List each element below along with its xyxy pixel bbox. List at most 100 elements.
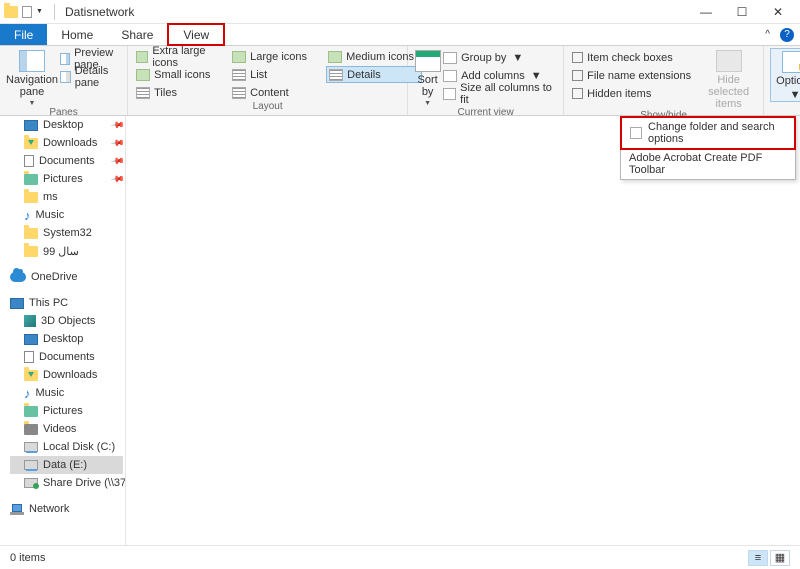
- chevron-down-icon: ▼: [424, 100, 431, 107]
- qat-dropdown-icon[interactable]: ▼: [36, 8, 44, 15]
- music-icon: ♪: [24, 210, 31, 221]
- tree-item-disk-e[interactable]: Data (E:): [10, 456, 123, 474]
- content-icon: [232, 87, 246, 99]
- menu-change-folder-options[interactable]: Change folder and search options: [620, 116, 796, 150]
- downloads-icon: [24, 138, 38, 149]
- checkbox-icon: [572, 70, 583, 81]
- chevron-down-icon: ▼: [512, 52, 523, 64]
- tree-item-downloads[interactable]: Downloads📌: [10, 134, 123, 152]
- documents-icon: [24, 351, 34, 363]
- tree-item-onedrive[interactable]: OneDrive: [10, 268, 123, 286]
- documents-icon: [24, 155, 34, 167]
- tree-item-documents[interactable]: Documents📌: [10, 152, 123, 170]
- status-item-count: 0 items: [10, 552, 45, 564]
- tree-item-sal99[interactable]: سال 99: [10, 242, 123, 260]
- maximize-button[interactable]: ☐: [724, 0, 760, 24]
- file-extensions-toggle[interactable]: File name extensions: [570, 67, 700, 84]
- chevron-down-icon: ▼: [790, 89, 800, 101]
- view-mode-toggles: ≡ ▦: [748, 550, 790, 566]
- tree-item-pc-desktop[interactable]: Desktop: [10, 330, 123, 348]
- folder-icon: [24, 228, 38, 239]
- navigation-pane-button[interactable]: Navigation pane ▼: [6, 48, 58, 107]
- layout-large[interactable]: Large icons: [230, 48, 320, 65]
- tree-item-pc-downloads[interactable]: Downloads: [10, 366, 123, 384]
- tree-item-pc-documents[interactable]: Documents: [10, 348, 123, 366]
- details-view-toggle[interactable]: ≡: [748, 550, 768, 566]
- tree-item-music[interactable]: ♪Music: [10, 206, 123, 224]
- tree-item-ms[interactable]: ms: [10, 188, 123, 206]
- disk-icon: [24, 442, 38, 452]
- tree-item-desktop[interactable]: Desktop📌: [10, 116, 123, 134]
- close-button[interactable]: ✕: [760, 0, 796, 24]
- tree-item-share-drive[interactable]: Share Drive (\\37.23: [10, 474, 123, 492]
- tree-item-disk-c[interactable]: Local Disk (C:): [10, 438, 123, 456]
- desktop-icon: [24, 120, 38, 131]
- tree-item-pc-music[interactable]: ♪Music: [10, 384, 123, 402]
- size-columns-icon: [443, 88, 456, 100]
- sort-by-icon: [415, 50, 441, 72]
- sort-by-button[interactable]: Sort by ▼: [414, 48, 441, 107]
- large-icons-icon: [232, 51, 246, 63]
- pin-icon: 📌: [110, 153, 126, 169]
- music-icon: ♪: [24, 388, 31, 399]
- layout-small[interactable]: Small icons: [134, 66, 224, 83]
- navigation-tree[interactable]: Desktop📌 Downloads📌 Documents📌 Pictures📌…: [0, 116, 126, 545]
- ribbon-view: Navigation pane ▼ Preview pane Details p…: [0, 46, 800, 116]
- layout-content[interactable]: Content: [230, 84, 320, 101]
- onedrive-icon: [10, 272, 26, 282]
- group-options: Options ▼: [764, 46, 800, 115]
- hidden-items-toggle[interactable]: Hidden items: [570, 85, 700, 102]
- tree-item-3dobjects[interactable]: 3D Objects: [10, 312, 123, 330]
- tiles-icon: [136, 87, 150, 99]
- layout-tiles[interactable]: Tiles: [134, 84, 224, 101]
- tree-item-network[interactable]: Network: [10, 500, 123, 518]
- checkbox-icon: [572, 52, 583, 63]
- details-pane-icon: [60, 71, 71, 83]
- tree-item-pc-videos[interactable]: Videos: [10, 420, 123, 438]
- details-pane-button[interactable]: Details pane: [58, 68, 121, 85]
- group-current-view: Sort by ▼ Group by▼ Add columns▼ Size al…: [408, 46, 564, 115]
- pictures-icon: [24, 406, 38, 417]
- folder-options-icon: [630, 127, 642, 139]
- options-icon: [782, 51, 800, 73]
- layout-list[interactable]: List: [230, 66, 320, 83]
- tree-item-pc-pictures[interactable]: Pictures: [10, 402, 123, 420]
- group-by-button[interactable]: Group by▼: [441, 49, 557, 66]
- options-dropdown-menu: Change folder and search options Adobe A…: [620, 116, 796, 180]
- extra-large-icons-icon: [136, 51, 148, 63]
- size-columns-button[interactable]: Size all columns to fit: [441, 85, 557, 102]
- pin-icon: 📌: [110, 171, 126, 187]
- layout-extra-large[interactable]: Extra large icons: [134, 48, 224, 65]
- folder-icon: [4, 6, 18, 18]
- checkbox-icon: [572, 88, 583, 99]
- tab-home[interactable]: Home: [47, 24, 107, 45]
- thumbnails-view-toggle[interactable]: ▦: [770, 550, 790, 566]
- tab-view[interactable]: View: [167, 23, 225, 46]
- file-list-area[interactable]: [126, 116, 800, 545]
- item-checkboxes-toggle[interactable]: Item check boxes: [570, 49, 700, 66]
- group-by-icon: [443, 52, 457, 64]
- downloads-icon: [24, 370, 38, 381]
- thispc-icon: [10, 298, 24, 309]
- document-icon: [22, 6, 32, 18]
- tree-item-pictures[interactable]: Pictures📌: [10, 170, 123, 188]
- disk-icon: [24, 460, 38, 470]
- list-icon: [232, 69, 246, 81]
- options-button[interactable]: Options ▼: [770, 48, 800, 102]
- tab-share[interactable]: Share: [107, 24, 167, 45]
- tab-file[interactable]: File: [0, 24, 47, 45]
- status-bar: 0 items ≡ ▦: [0, 545, 800, 569]
- minimize-button[interactable]: —: [688, 0, 724, 24]
- menu-adobe-toolbar[interactable]: Adobe Acrobat Create PDF Toolbar: [621, 149, 795, 179]
- hide-selected-button: Hide selected items: [700, 48, 757, 110]
- tree-item-system32[interactable]: System32: [10, 224, 123, 242]
- tree-item-thispc[interactable]: This PC: [10, 294, 123, 312]
- navigation-pane-icon: [19, 50, 45, 72]
- pictures-icon: [24, 174, 38, 185]
- pin-icon: 📌: [110, 135, 126, 151]
- ribbon-collapse-icon[interactable]: ^: [765, 29, 770, 40]
- folder-icon: [24, 192, 38, 203]
- help-icon[interactable]: ?: [780, 28, 794, 42]
- hide-selected-icon: [716, 50, 742, 72]
- folder-icon: [24, 246, 38, 257]
